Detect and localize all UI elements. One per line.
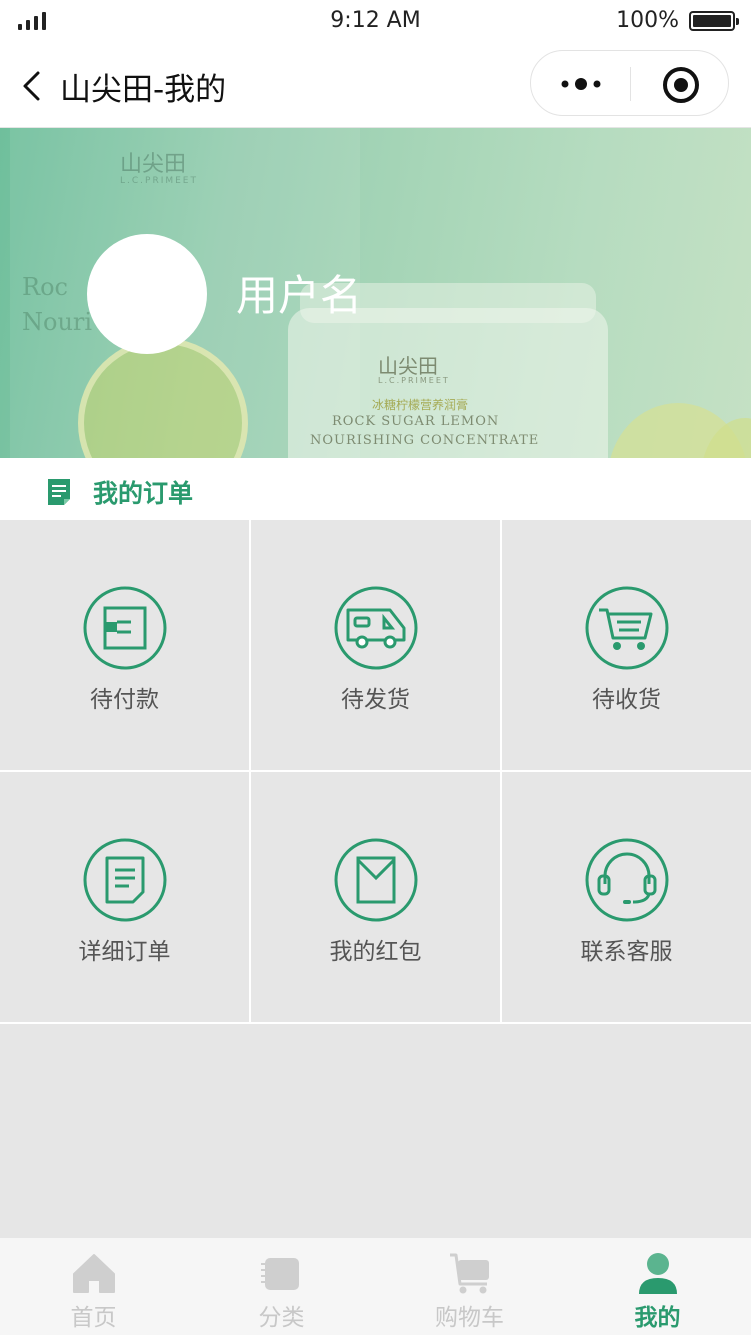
more-icon[interactable] <box>559 73 603 95</box>
category-icon <box>260 1258 299 1290</box>
jar-product-en-1: ROCK SUGAR LEMON <box>332 414 500 429</box>
wallet-icon <box>83 586 166 670</box>
order-label: 待收货 <box>592 687 661 713</box>
avatar[interactable] <box>87 234 207 354</box>
back-icon[interactable] <box>20 70 44 102</box>
order-label: 待发货 <box>341 687 410 713</box>
order-label: 详细订单 <box>78 939 171 965</box>
order-label: 我的红包 <box>329 939 422 965</box>
jar-product-en-2: NOURISHING CONCENTRATE <box>310 433 540 448</box>
jar-brand-sub: L.C.PRIMEET <box>378 376 450 385</box>
battery-icon <box>689 11 739 31</box>
grid-line <box>0 1022 751 1024</box>
my-orders-header[interactable]: 我的订单 <box>0 458 751 520</box>
grid-line <box>500 520 502 1024</box>
home-icon <box>72 1254 115 1293</box>
order-label: 待付款 <box>90 687 159 713</box>
order-pending-payment[interactable]: 待付款 <box>0 520 249 770</box>
banner-bg-text-2: Nouri <box>22 308 93 336</box>
user-icon <box>638 1253 677 1294</box>
tab-mine[interactable]: 我的 <box>564 1238 751 1335</box>
tab-cart[interactable]: 购物车 <box>376 1238 563 1335</box>
banner-bg-brand: 山尖田 <box>120 152 187 177</box>
nav-bar: 山尖田-我的 <box>0 44 751 128</box>
headset-icon <box>585 838 668 922</box>
profile-banner: 山尖田 L.C.PRIMEET Roc Nouri 山尖田 L.C.PRIMEE… <box>0 128 751 458</box>
cart-icon <box>449 1253 489 1294</box>
grid-line <box>0 770 751 772</box>
my-orders-title: 我的订单 <box>93 479 194 508</box>
tab-home[interactable]: 首页 <box>0 1238 187 1335</box>
status-bar: 9:12 AM 100% <box>0 0 751 44</box>
close-miniprogram-icon[interactable] <box>661 65 701 105</box>
order-label: 联系客服 <box>580 939 673 965</box>
username: 用户名 <box>236 271 363 320</box>
my-red-packets[interactable]: 我的红包 <box>251 772 500 1022</box>
banner-bg-brand-sub: L.C.PRIMEET <box>120 176 198 186</box>
tab-label: 分类 <box>258 1305 305 1331</box>
jar-product-name: 冰糖柠檬营养润膏 <box>372 398 469 412</box>
order-pending-shipment[interactable]: 待发货 <box>251 520 500 770</box>
capsule-divider <box>630 67 631 101</box>
tab-label: 首页 <box>70 1305 117 1331</box>
tab-bar: 首页 分类 购物车 我的 <box>0 1237 751 1335</box>
order-pending-receipt[interactable]: 待收货 <box>502 520 751 770</box>
order-grid: 待付款 待发货 待收货 详细订单 我的红包 联系客服 <box>0 520 751 1024</box>
order-list-icon <box>48 479 70 505</box>
battery-percent: 100% <box>616 8 679 33</box>
envelope-icon <box>334 838 417 922</box>
document-icon <box>83 838 166 922</box>
page-title: 山尖田-我的 <box>60 72 227 108</box>
jar-brand: 山尖田 <box>378 354 438 378</box>
mini-program-capsule <box>530 50 729 116</box>
tab-label: 购物车 <box>435 1305 504 1331</box>
grid-line <box>249 520 251 1024</box>
cart-icon <box>585 586 668 670</box>
truck-icon <box>334 586 417 670</box>
order-details[interactable]: 详细订单 <box>0 772 249 1022</box>
tab-category[interactable]: 分类 <box>188 1238 375 1335</box>
tab-label: 我的 <box>634 1305 681 1331</box>
contact-support[interactable]: 联系客服 <box>502 772 751 1022</box>
banner-bg-text-1: Roc <box>22 273 68 301</box>
